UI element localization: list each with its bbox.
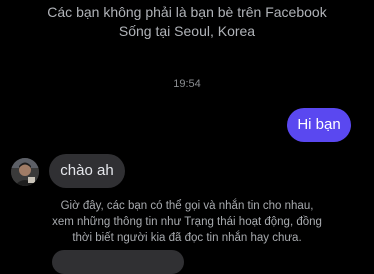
outgoing-message-bubble[interactable]: Hi bạn bbox=[287, 108, 351, 142]
avatar[interactable] bbox=[11, 158, 39, 186]
incoming-message-bubble[interactable]: chào ah bbox=[49, 154, 125, 188]
partial-message-bubble[interactable] bbox=[52, 250, 184, 274]
avatar-image bbox=[11, 158, 39, 186]
notice-line: xem những thông tin như Trạng thái hoạt … bbox=[52, 216, 322, 228]
notice-line: Giờ đây, các bạn có thể gọi và nhắn tin … bbox=[60, 200, 314, 212]
message-timestamp: 19:54 bbox=[173, 78, 201, 90]
location-text: Sống tại Seoul, Korea bbox=[118, 23, 256, 39]
notice-line: thời biết người kia đã đọc tin nhắn hay … bbox=[72, 232, 302, 244]
messaging-info-notice: Giờ đây, các bạn có thể gọi và nhắn tin … bbox=[0, 198, 374, 246]
friend-status-text: Các bạn không phải là bạn bè trên Facebo… bbox=[47, 4, 327, 20]
